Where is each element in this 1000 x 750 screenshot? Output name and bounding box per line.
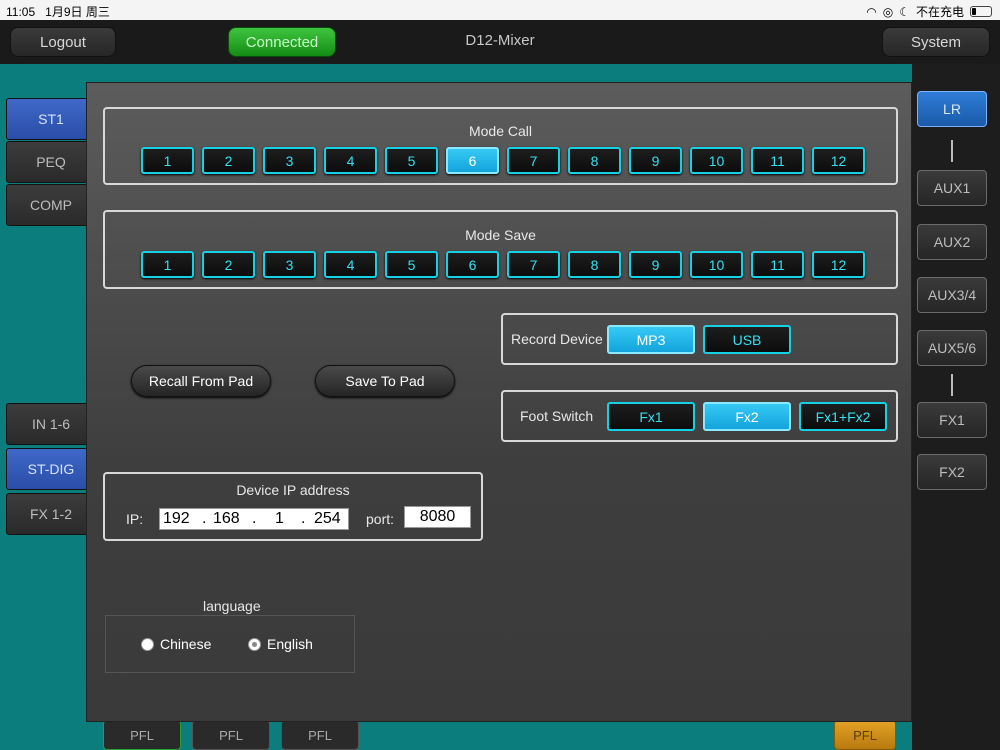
mode-call-button-3[interactable]: 3 bbox=[263, 147, 316, 174]
moon-icon: ☾ bbox=[899, 4, 910, 19]
pfl-button[interactable]: PFL bbox=[103, 720, 181, 750]
charging-status: 不在充电 bbox=[915, 5, 964, 19]
language-english-label: English bbox=[267, 636, 313, 652]
foot-switch-label: Foot Switch bbox=[520, 408, 594, 424]
bus-divider bbox=[951, 374, 953, 396]
bus-fx2[interactable]: FX2 bbox=[917, 454, 987, 490]
device-ip-group: Device IP address IP: 192 . 168 . 1 . 25… bbox=[103, 472, 483, 541]
mode-call-button-12[interactable]: 12 bbox=[812, 147, 865, 174]
system-button[interactable]: System bbox=[882, 27, 990, 57]
port-field[interactable]: 8080 bbox=[404, 506, 471, 528]
pfl-button[interactable]: PFL bbox=[192, 720, 270, 750]
language-group: Chinese English bbox=[105, 615, 355, 673]
mode-call-button-9[interactable]: 9 bbox=[629, 147, 682, 174]
mode-call-button-6[interactable]: 6 bbox=[446, 147, 499, 174]
mode-call-button-4[interactable]: 4 bbox=[324, 147, 377, 174]
bus-fx1[interactable]: FX1 bbox=[917, 402, 987, 438]
bus-lr[interactable]: LR bbox=[917, 91, 987, 127]
mode-save-button-4[interactable]: 4 bbox=[324, 251, 377, 278]
radio-english[interactable] bbox=[248, 637, 261, 651]
tab-in-1-6[interactable]: IN 1-6 bbox=[6, 403, 96, 445]
connected-button[interactable]: Connected bbox=[228, 27, 336, 57]
mode-save-button-11[interactable]: 11 bbox=[751, 251, 804, 278]
mode-save-button-9[interactable]: 9 bbox=[629, 251, 682, 278]
foot-fx2-button[interactable]: Fx2 bbox=[703, 402, 791, 431]
language-chinese-label: Chinese bbox=[160, 636, 212, 652]
mode-call-button-5[interactable]: 5 bbox=[385, 147, 438, 174]
status-right: ◠ ◎ ☾ 不在充电 bbox=[866, 3, 992, 20]
radio-chinese[interactable] bbox=[141, 637, 154, 651]
record-device-group: Record Device MP3 USB bbox=[501, 313, 898, 365]
battery-icon bbox=[970, 6, 992, 17]
ip-dot: . bbox=[301, 510, 306, 527]
tab-peq[interactable]: PEQ bbox=[6, 141, 96, 183]
mode-save-button-6[interactable]: 6 bbox=[446, 251, 499, 278]
bus-aux5-6[interactable]: AUX5/6 bbox=[917, 330, 987, 366]
language-option-chinese[interactable]: Chinese bbox=[141, 636, 211, 652]
ip-address-field[interactable]: 192 . 168 . 1 . 254 bbox=[159, 508, 349, 530]
pfl-button[interactable]: PFL bbox=[281, 720, 359, 750]
ip-octet-2: 168 bbox=[213, 510, 240, 527]
tab-fx-1-2[interactable]: FX 1-2 bbox=[6, 493, 96, 535]
ip-octet-1: 192 bbox=[163, 510, 190, 527]
status-time-date: 11:05 1月9日 周三 bbox=[6, 3, 110, 20]
port-label: port: bbox=[366, 511, 395, 527]
ip-dot: . bbox=[202, 510, 207, 527]
bus-aux2[interactable]: AUX2 bbox=[917, 224, 987, 260]
tab-comp[interactable]: COMP bbox=[6, 184, 96, 226]
device-ip-title: Device IP address bbox=[236, 482, 350, 498]
mode-call-button-10[interactable]: 10 bbox=[690, 147, 743, 174]
ip-dot: . bbox=[252, 510, 257, 527]
mode-call-button-2[interactable]: 2 bbox=[202, 147, 255, 174]
mode-call-button-11[interactable]: 11 bbox=[751, 147, 804, 174]
language-option-english[interactable]: English bbox=[248, 636, 313, 652]
mode-call-group: Mode Call 1 2 3 4 5 6 7 8 9 10 11 12 bbox=[103, 107, 898, 185]
top-bar: Logout Connected D12-Mixer System bbox=[0, 20, 1000, 64]
record-usb-button[interactable]: USB bbox=[703, 325, 791, 354]
foot-fx1-fx2-button[interactable]: Fx1+Fx2 bbox=[799, 402, 887, 431]
bus-aux1[interactable]: AUX1 bbox=[917, 170, 987, 206]
foot-switch-group: Foot Switch Fx1 Fx2 Fx1+Fx2 bbox=[501, 390, 898, 442]
mode-call-button-8[interactable]: 8 bbox=[568, 147, 621, 174]
ip-octet-4: 254 bbox=[314, 510, 341, 527]
foot-fx1-button[interactable]: Fx1 bbox=[607, 402, 695, 431]
tab-st1[interactable]: ST1 bbox=[6, 98, 96, 140]
ip-octet-3: 1 bbox=[275, 510, 284, 527]
mode-save-group: Mode Save 1 2 3 4 5 6 7 8 9 10 11 12 bbox=[103, 210, 898, 289]
foot-switch-options: Fx1 Fx2 Fx1+Fx2 bbox=[607, 402, 887, 431]
system-dialog: Mode Call 1 2 3 4 5 6 7 8 9 10 11 12 Mod… bbox=[86, 82, 912, 722]
mode-save-button-5[interactable]: 5 bbox=[385, 251, 438, 278]
status-bar: 11:05 1月9日 周三 ◠ ◎ ☾ 不在充电 bbox=[0, 0, 1000, 20]
bus-divider bbox=[951, 140, 953, 162]
mode-call-button-1[interactable]: 1 bbox=[141, 147, 194, 174]
mode-call-button-7[interactable]: 7 bbox=[507, 147, 560, 174]
pfl-button-active[interactable]: PFL bbox=[834, 720, 896, 750]
save-to-pad-button[interactable]: Save To Pad bbox=[315, 365, 455, 397]
mode-call-title: Mode Call bbox=[468, 123, 533, 139]
wifi-icon: ◠ bbox=[866, 4, 877, 19]
tab-st-dig[interactable]: ST-DIG bbox=[6, 448, 96, 490]
language-title: language bbox=[203, 598, 261, 614]
recall-from-pad-button[interactable]: Recall From Pad bbox=[131, 365, 271, 397]
status-time: 11:05 bbox=[6, 5, 36, 19]
mode-save-button-10[interactable]: 10 bbox=[690, 251, 743, 278]
record-device-options: MP3 USB bbox=[607, 325, 791, 354]
mode-save-button-1[interactable]: 1 bbox=[141, 251, 194, 278]
mode-save-button-12[interactable]: 12 bbox=[812, 251, 865, 278]
logout-button[interactable]: Logout bbox=[10, 27, 116, 57]
ip-label: IP: bbox=[126, 511, 144, 527]
mode-save-title: Mode Save bbox=[465, 227, 536, 243]
bus-aux3-4[interactable]: AUX3/4 bbox=[917, 277, 987, 313]
app-title: D12-Mixer bbox=[465, 32, 535, 49]
record-mp3-button[interactable]: MP3 bbox=[607, 325, 695, 354]
mode-call-buttons: 1 2 3 4 5 6 7 8 9 10 11 12 bbox=[141, 147, 865, 174]
mode-save-button-8[interactable]: 8 bbox=[568, 251, 621, 278]
mode-save-button-7[interactable]: 7 bbox=[507, 251, 560, 278]
status-date: 1月9日 周三 bbox=[45, 5, 110, 19]
record-device-label: Record Device bbox=[511, 331, 603, 347]
mode-save-button-2[interactable]: 2 bbox=[202, 251, 255, 278]
rotation-lock-icon: ◎ bbox=[882, 4, 894, 19]
mode-save-buttons: 1 2 3 4 5 6 7 8 9 10 11 12 bbox=[141, 251, 865, 278]
mode-save-button-3[interactable]: 3 bbox=[263, 251, 316, 278]
